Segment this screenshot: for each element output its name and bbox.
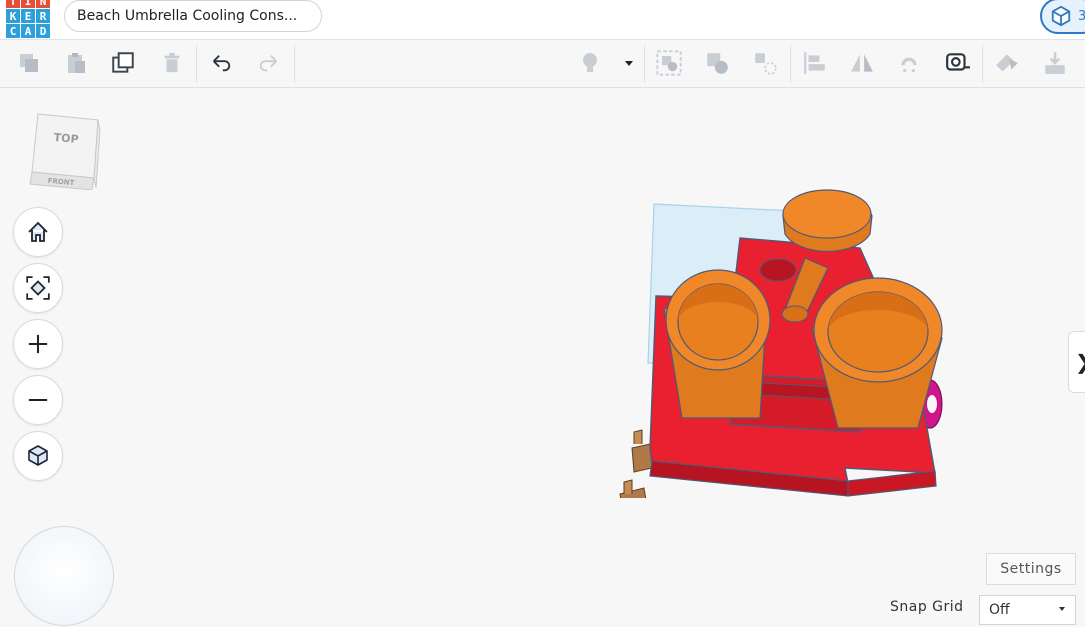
design-title[interactable]: Beach Umbrella Cooling Cons... <box>64 0 322 32</box>
cruise-icon <box>901 57 917 73</box>
snap-grid-select[interactable]: Off <box>979 595 1076 625</box>
mirror-button[interactable] <box>847 48 877 78</box>
hole-button[interactable] <box>750 48 780 78</box>
redo-icon <box>259 55 277 72</box>
logo-letter: E <box>21 9 35 23</box>
logo-letter: D <box>36 24 50 38</box>
3d-view-button[interactable]: 3 <box>1040 0 1085 34</box>
umbrella-top <box>782 189 873 253</box>
settings-label: Settings <box>1000 561 1062 577</box>
tinkercad-logo[interactable]: T I N K E R C A D <box>6 0 50 38</box>
ruler-button[interactable] <box>943 48 973 78</box>
paste-icon <box>68 53 85 73</box>
snap-grid-label: Snap Grid <box>890 599 964 615</box>
group-button[interactable] <box>654 48 684 78</box>
ungroup-button[interactable] <box>702 48 732 78</box>
light-dropdown-button[interactable] <box>614 48 644 78</box>
viewcube-top-label: TOP <box>53 131 79 146</box>
toolbar-divider <box>644 45 645 83</box>
fit-view-icon <box>26 276 50 300</box>
zoom-out-button[interactable] <box>13 375 63 425</box>
orbit-control[interactable] <box>14 526 114 626</box>
cruise-button[interactable] <box>894 48 924 78</box>
toolbar-divider <box>196 45 197 83</box>
toolbar <box>0 41 1085 88</box>
logo-letter: A <box>21 24 35 38</box>
minus-icon <box>28 398 48 402</box>
logo-letter: C <box>6 24 20 38</box>
logo-letter: K <box>6 9 20 23</box>
toolbar-divider <box>982 45 983 83</box>
logo-letter: N <box>36 0 50 8</box>
caret-down-icon <box>1059 607 1065 611</box>
hole-icon <box>755 53 777 75</box>
logo-letter: I <box>21 0 35 8</box>
home-icon <box>28 221 48 242</box>
duplicate-button[interactable] <box>108 48 138 78</box>
cup-left <box>663 269 771 419</box>
zoom-in-button[interactable] <box>13 319 63 369</box>
design-title-text: Beach Umbrella Cooling Cons... <box>77 8 298 24</box>
undo-button[interactable] <box>206 48 236 78</box>
hook-left-top <box>631 429 653 473</box>
align-button[interactable] <box>800 48 830 78</box>
chevron-right-icon: ❯ <box>1075 350 1085 374</box>
ruler-icon <box>946 53 970 71</box>
ungroup-icon <box>707 53 728 74</box>
perspective-toggle-button[interactable] <box>13 431 63 481</box>
logo-letter: T <box>6 0 20 8</box>
export-button[interactable] <box>992 48 1022 78</box>
import-button[interactable] <box>1040 48 1070 78</box>
paste-button[interactable] <box>61 48 91 78</box>
perspective-cube-icon <box>28 445 48 466</box>
cube-icon <box>1051 5 1071 27</box>
3d-model-scene[interactable] <box>600 178 960 498</box>
collapse-panel-tab[interactable]: ❯ <box>1068 331 1085 393</box>
dropdown-caret-icon <box>625 61 633 66</box>
logo-letter: R <box>36 9 50 23</box>
home-view-button[interactable] <box>13 207 63 257</box>
mirror-icon <box>851 54 873 72</box>
duplicate-icon <box>112 52 134 73</box>
toolbar-divider <box>294 45 295 83</box>
delete-icon <box>164 52 180 73</box>
header-right-label: 3 <box>1078 8 1085 24</box>
snap-grid-value: Off <box>989 602 1010 618</box>
undo-icon <box>213 55 231 72</box>
settings-button[interactable]: Settings <box>986 553 1076 585</box>
light-bulb-button[interactable] <box>575 48 605 78</box>
delete-button[interactable] <box>157 48 187 78</box>
hook-left-bottom <box>619 479 647 498</box>
redo-button[interactable] <box>254 48 284 78</box>
group-icon <box>656 50 682 76</box>
workplane-viewport[interactable]: TOP FRONT Settings Snap Grid Off <box>0 88 1085 627</box>
light-bulb-icon <box>583 53 597 72</box>
view-cube[interactable]: TOP FRONT <box>26 110 106 190</box>
toolbar-divider <box>790 45 791 83</box>
copy-icon <box>20 54 38 72</box>
fit-view-button[interactable] <box>13 263 63 313</box>
align-icon <box>804 52 825 74</box>
import-icon <box>1045 52 1065 74</box>
plus-icon <box>28 334 48 354</box>
copy-button[interactable] <box>14 48 44 78</box>
app-header: T I N K E R C A D Beach Umbrella Cooling… <box>0 0 1085 40</box>
export-icon <box>996 54 1018 72</box>
